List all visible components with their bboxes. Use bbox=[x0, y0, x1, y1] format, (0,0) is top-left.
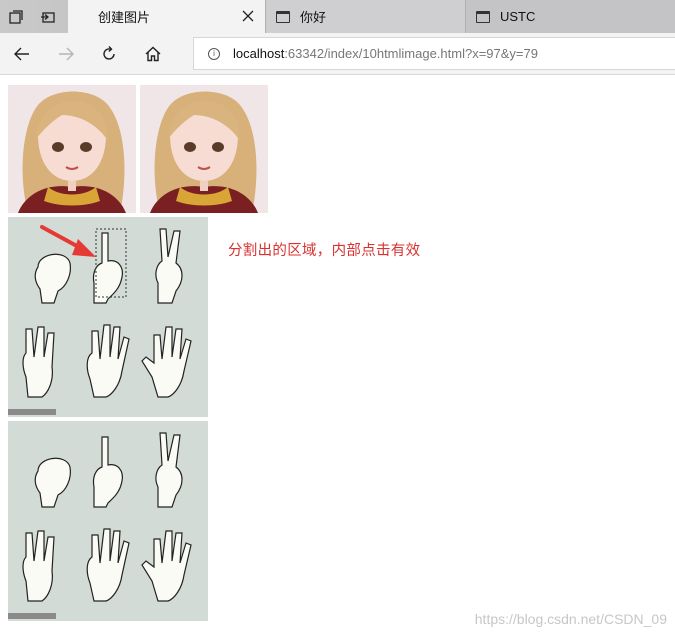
tab-nihao[interactable]: 你好 bbox=[265, 0, 465, 33]
back-arrow-icon bbox=[14, 47, 29, 61]
page-icon bbox=[476, 10, 490, 23]
portrait-image bbox=[140, 85, 268, 213]
refresh-icon bbox=[103, 46, 115, 60]
url-host: localhost bbox=[233, 46, 285, 61]
navigation-bar: i localhost :63342/index/10htmlimage.htm… bbox=[0, 33, 675, 75]
address-bar[interactable]: i localhost :63342/index/10htmlimage.htm… bbox=[193, 37, 675, 70]
portrait-image bbox=[8, 85, 136, 213]
back-button[interactable] bbox=[6, 38, 38, 70]
home-button[interactable] bbox=[137, 38, 169, 70]
set-aside-tabs-button[interactable] bbox=[32, 0, 64, 33]
annotation-text: 分割出的区域，内部点击有效 bbox=[228, 243, 421, 259]
hand-gestures-image bbox=[8, 421, 208, 621]
tab-overview-button[interactable] bbox=[0, 0, 32, 33]
forward-arrow-icon bbox=[59, 47, 74, 61]
tab-title: 创建图片 bbox=[98, 10, 151, 25]
site-info-icon[interactable]: i bbox=[208, 47, 220, 60]
tab-strip: 创建图片 你好 USTC bbox=[0, 0, 675, 33]
hand-gestures-image-map[interactable] bbox=[8, 217, 208, 417]
tab-ustc[interactable]: USTC bbox=[465, 0, 675, 33]
tab-title: 你好 bbox=[300, 10, 327, 25]
url-path: :63342/index/10htmlimage.html?x=97&y=79 bbox=[284, 46, 538, 61]
page-content: 分割出的区域，内部点击有效 https://blog.csdn.net/CSDN… bbox=[0, 76, 675, 635]
tabs-overview-icon bbox=[9, 9, 23, 24]
refresh-button[interactable] bbox=[93, 38, 125, 70]
set-aside-icon bbox=[41, 11, 55, 23]
tab-title: USTC bbox=[500, 9, 536, 24]
tab-create-image[interactable]: 创建图片 bbox=[68, 0, 265, 33]
page-icon bbox=[276, 10, 290, 23]
home-icon bbox=[145, 46, 161, 62]
watermark: https://blog.csdn.net/CSDN_09 bbox=[474, 611, 667, 627]
forward-button[interactable] bbox=[50, 38, 82, 70]
browser-window: 创建图片 你好 USTC i localhost :63342/index/10… bbox=[0, 0, 675, 635]
close-tab-icon[interactable] bbox=[241, 9, 255, 23]
